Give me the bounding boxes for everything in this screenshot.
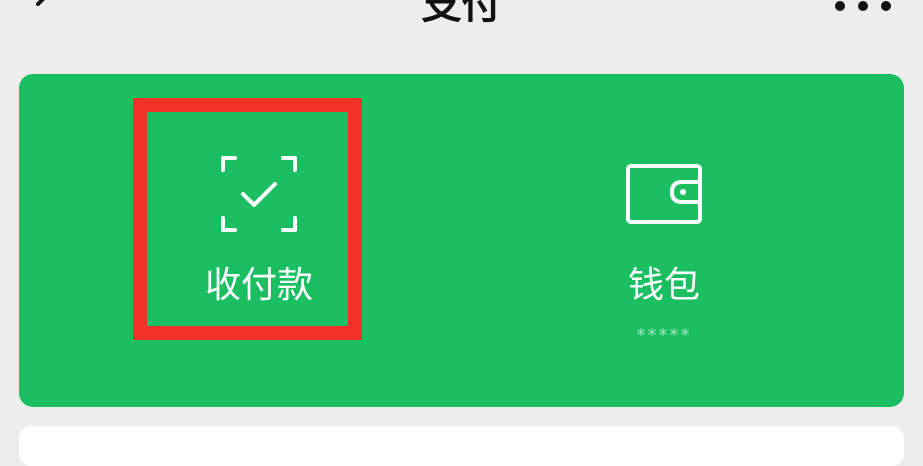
wallet-icon xyxy=(624,154,704,234)
pay-receive-label: 收付款 xyxy=(204,265,313,306)
page-title: 支付 xyxy=(421,0,502,28)
more-button[interactable] xyxy=(828,0,898,14)
scan-check-icon xyxy=(219,154,299,234)
wallet-balance-hidden: ***** xyxy=(636,325,692,346)
wallet-button[interactable]: 钱包 ***** xyxy=(514,114,814,346)
wallet-label: 钱包 xyxy=(627,265,700,306)
services-card xyxy=(19,426,904,466)
more-dots-icon xyxy=(835,1,891,11)
pay-receive-button[interactable]: 收付款 xyxy=(109,114,409,344)
top-bar: 支付 xyxy=(0,0,923,40)
pay-card: 收付款 钱包 ***** xyxy=(19,74,904,407)
